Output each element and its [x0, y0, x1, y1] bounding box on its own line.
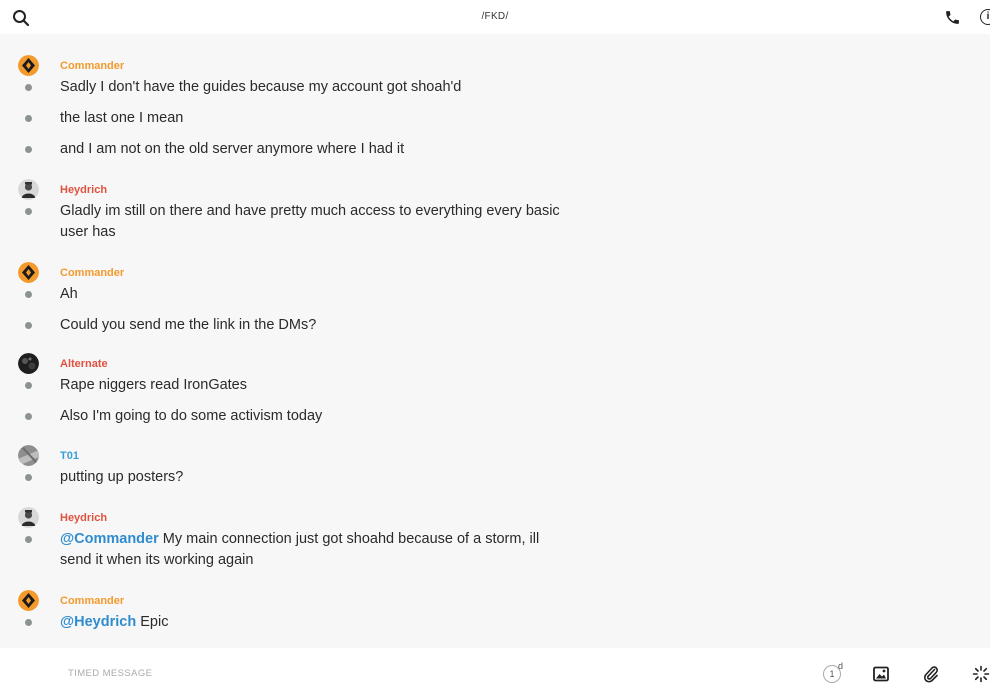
message-text: the last one I mean: [60, 110, 184, 126]
author-name[interactable]: Alternate: [60, 358, 108, 370]
author-name[interactable]: Heydrich: [60, 184, 107, 196]
avatar-heydrich[interactable]: [18, 179, 39, 200]
author-name[interactable]: Commander: [60, 267, 124, 279]
mention-link[interactable]: @Commander: [60, 531, 159, 547]
message-text: Gladly im still on there and have pretty…: [60, 203, 560, 240]
composer-bar: TIMED MESSAGE 1 d: [0, 648, 990, 700]
paperclip-icon[interactable]: [923, 665, 939, 683]
message-text: Could you send me the link in the DMs?: [60, 317, 317, 333]
scroll-fade: [0, 638, 990, 648]
info-icon[interactable]: i: [980, 9, 990, 25]
message-bullet: [25, 474, 32, 481]
avatar-heydrich[interactable]: [18, 507, 39, 528]
message-text: putting up posters?: [60, 469, 184, 485]
message-text: Rape niggers read IronGates: [60, 377, 247, 393]
sparkle-icon[interactable]: [972, 665, 990, 683]
top-bar: /FKD/ i: [0, 0, 990, 34]
message-bullet: [25, 322, 32, 329]
mention-link[interactable]: @Heydrich: [60, 614, 136, 630]
image-icon[interactable]: [873, 666, 889, 682]
message-bullet: [25, 413, 32, 420]
message-text: Sadly I don't have the guides because my…: [60, 79, 462, 95]
message-text: @Commander My main connection just got s…: [60, 529, 540, 571]
author-name[interactable]: T01: [60, 450, 79, 462]
avatar-t01[interactable]: [18, 445, 39, 466]
avatar-alternate[interactable]: [18, 353, 39, 374]
message-bullet: [25, 146, 32, 153]
message-feed[interactable]: Commander Sadly I don't have the guides …: [0, 34, 990, 648]
message-bullet: [25, 291, 32, 298]
message-bullet: [25, 536, 32, 543]
author-name[interactable]: Heydrich: [60, 512, 107, 524]
author-name[interactable]: Commander: [60, 60, 124, 72]
message-bullet: [25, 84, 32, 91]
timer-unit-label: d: [838, 661, 844, 671]
conversation-title: /FKD/: [481, 11, 509, 22]
message-text: @Heydrich Epic: [60, 612, 580, 633]
message-text: and I am not on the old server anymore w…: [60, 141, 405, 157]
message-input[interactable]: TIMED MESSAGE: [68, 668, 152, 679]
message-text: Also I'm going to do some activism today: [60, 408, 323, 424]
avatar-commander[interactable]: [18, 55, 39, 76]
message-bullet: [25, 619, 32, 626]
message-bullet: [25, 208, 32, 215]
avatar-commander[interactable]: [18, 590, 39, 611]
phone-icon[interactable]: [944, 9, 961, 26]
message-bullet: [25, 115, 32, 122]
message-text: Ah: [60, 286, 78, 302]
author-name[interactable]: Commander: [60, 595, 124, 607]
avatar-commander[interactable]: [18, 262, 39, 283]
message-body: Epic: [136, 614, 169, 630]
message-bullet: [25, 382, 32, 389]
